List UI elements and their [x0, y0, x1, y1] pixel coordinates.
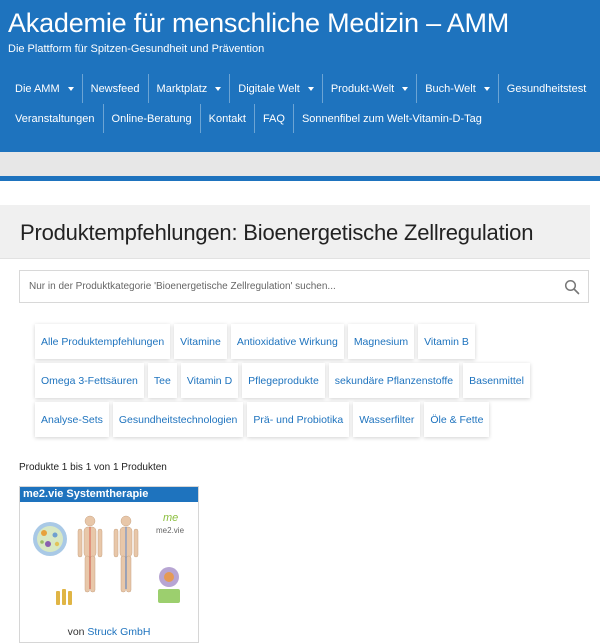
nav-item-label: FAQ — [262, 112, 285, 125]
tag-vitamin-b[interactable]: Vitamin B — [418, 324, 475, 359]
svg-text:me: me — [163, 512, 178, 524]
nav-item-label: Buch-Welt — [425, 82, 476, 95]
search-input[interactable] — [20, 271, 550, 302]
tag-wasserfilter[interactable]: Wasserfilter — [353, 402, 421, 437]
site-tagline: Die Plattform für Spitzen-Gesundheit und… — [8, 43, 265, 55]
nav-item-label: Digitale Welt — [238, 82, 300, 95]
tag-prae-probiotika[interactable]: Prä- und Probiotika — [247, 402, 350, 437]
nav-item-label: Online-Beratung — [111, 112, 192, 125]
tag-vitamin-d[interactable]: Vitamin D — [180, 363, 239, 398]
nav-item-label: Newsfeed — [90, 82, 140, 95]
nav-item-produkt-welt[interactable]: Produkt-Welt — [323, 74, 418, 103]
vendor-prefix: von — [67, 626, 85, 638]
main-navigation: Die AMM Newsfeed Marktplatz Digitale Wel… — [0, 74, 600, 133]
category-tag-cloud: Alle Produktempfehlungen Vitamine Antiox… — [35, 324, 565, 441]
nav-item-kontakt[interactable]: Kontakt — [201, 104, 255, 133]
caret-down-icon — [483, 86, 490, 91]
tag-tee[interactable]: Tee — [147, 363, 177, 398]
nav-item-newsfeed[interactable]: Newsfeed — [83, 74, 149, 103]
tag-magnesium[interactable]: Magnesium — [347, 324, 415, 359]
tag-gesundheitstechnologien[interactable]: Gesundheitstechnologien — [112, 402, 244, 437]
nav-item-veranstaltungen[interactable]: Veranstaltungen — [0, 104, 104, 133]
tag-row: Alle Produktempfehlungen Vitamine Antiox… — [35, 324, 565, 359]
tag-antioxidative-wirkung[interactable]: Antioxidative Wirkung — [230, 324, 344, 359]
product-card[interactable]: me2.vie Systemtherapie me me2.vie von St… — [19, 486, 199, 643]
tag-row: Omega 3-Fettsäuren Tee Vitamin D Pflegep… — [35, 363, 565, 398]
tag-row: Analyse-Sets Gesundheitstechnologien Prä… — [35, 402, 565, 437]
nav-item-gesundheitstest[interactable]: Gesundheitstest — [499, 74, 595, 103]
vendor-link[interactable]: Struck GmbH — [87, 626, 150, 638]
nav-row-primary: Die AMM Newsfeed Marktplatz Digitale Wel… — [0, 74, 600, 103]
result-count: Produkte 1 bis 1 von 1 Produkten — [19, 462, 167, 473]
tag-vitamine[interactable]: Vitamine — [174, 324, 227, 359]
tag-sekundaere-pflanzenstoffe[interactable]: sekundäre Pflanzenstoffe — [328, 363, 460, 398]
product-title[interactable]: me2.vie Systemtherapie — [20, 487, 198, 502]
nav-item-label: Marktplatz — [156, 82, 208, 95]
category-search — [19, 270, 589, 303]
nav-item-label: Die AMM — [15, 82, 60, 95]
nav-item-digitale-welt[interactable]: Digitale Welt — [230, 74, 323, 103]
site-header: Akademie für menschliche Medizin – AMM D… — [0, 0, 600, 181]
page-title-box: Produktempfehlungen: Bioenergetische Zel… — [0, 205, 590, 259]
search-icon[interactable] — [564, 279, 580, 295]
nav-item-label: Sonnenfibel zum Welt-Vitamin-D-Tag — [301, 112, 482, 125]
tag-oele-fette[interactable]: Öle & Fette — [424, 402, 490, 437]
product-image[interactable]: me me2.vie — [28, 509, 192, 624]
tag-omega-3[interactable]: Omega 3-Fettsäuren — [35, 363, 144, 398]
site-title[interactable]: Akademie für menschliche Medizin – AMM — [8, 8, 509, 39]
nav-item-marktplatz[interactable]: Marktplatz — [149, 74, 231, 103]
tag-basenmittel[interactable]: Basenmittel — [463, 363, 530, 398]
nav-item-buch-welt[interactable]: Buch-Welt — [417, 74, 499, 103]
nav-item-sonnenfibel[interactable]: Sonnenfibel zum Welt-Vitamin-D-Tag — [294, 104, 490, 133]
nav-item-label: Veranstaltungen — [15, 112, 95, 125]
header-divider — [0, 176, 600, 181]
page-title: Produktempfehlungen: Bioenergetische Zel… — [20, 220, 534, 245]
product-vendor: von Struck GmbH — [20, 626, 198, 638]
product-logo-text: me2.vie — [156, 526, 185, 535]
tag-alle-produktempfehlungen[interactable]: Alle Produktempfehlungen — [35, 324, 171, 359]
nav-item-label: Gesundheitstest — [506, 82, 587, 95]
tag-pflegeprodukte[interactable]: Pflegeprodukte — [242, 363, 325, 398]
header-grey-band — [0, 152, 600, 176]
nav-item-die-amm[interactable]: Die AMM — [0, 74, 83, 103]
nav-item-faq[interactable]: FAQ — [255, 104, 294, 133]
caret-down-icon — [307, 86, 314, 91]
caret-down-icon — [215, 86, 222, 91]
caret-down-icon — [402, 86, 409, 91]
nav-row-secondary: Veranstaltungen Online-Beratung Kontakt … — [0, 104, 600, 133]
tag-analyse-sets[interactable]: Analyse-Sets — [35, 402, 109, 437]
caret-down-icon — [67, 86, 74, 91]
nav-item-online-beratung[interactable]: Online-Beratung — [104, 104, 201, 133]
nav-item-label: Kontakt — [208, 112, 246, 125]
nav-item-label: Produkt-Welt — [330, 82, 395, 95]
